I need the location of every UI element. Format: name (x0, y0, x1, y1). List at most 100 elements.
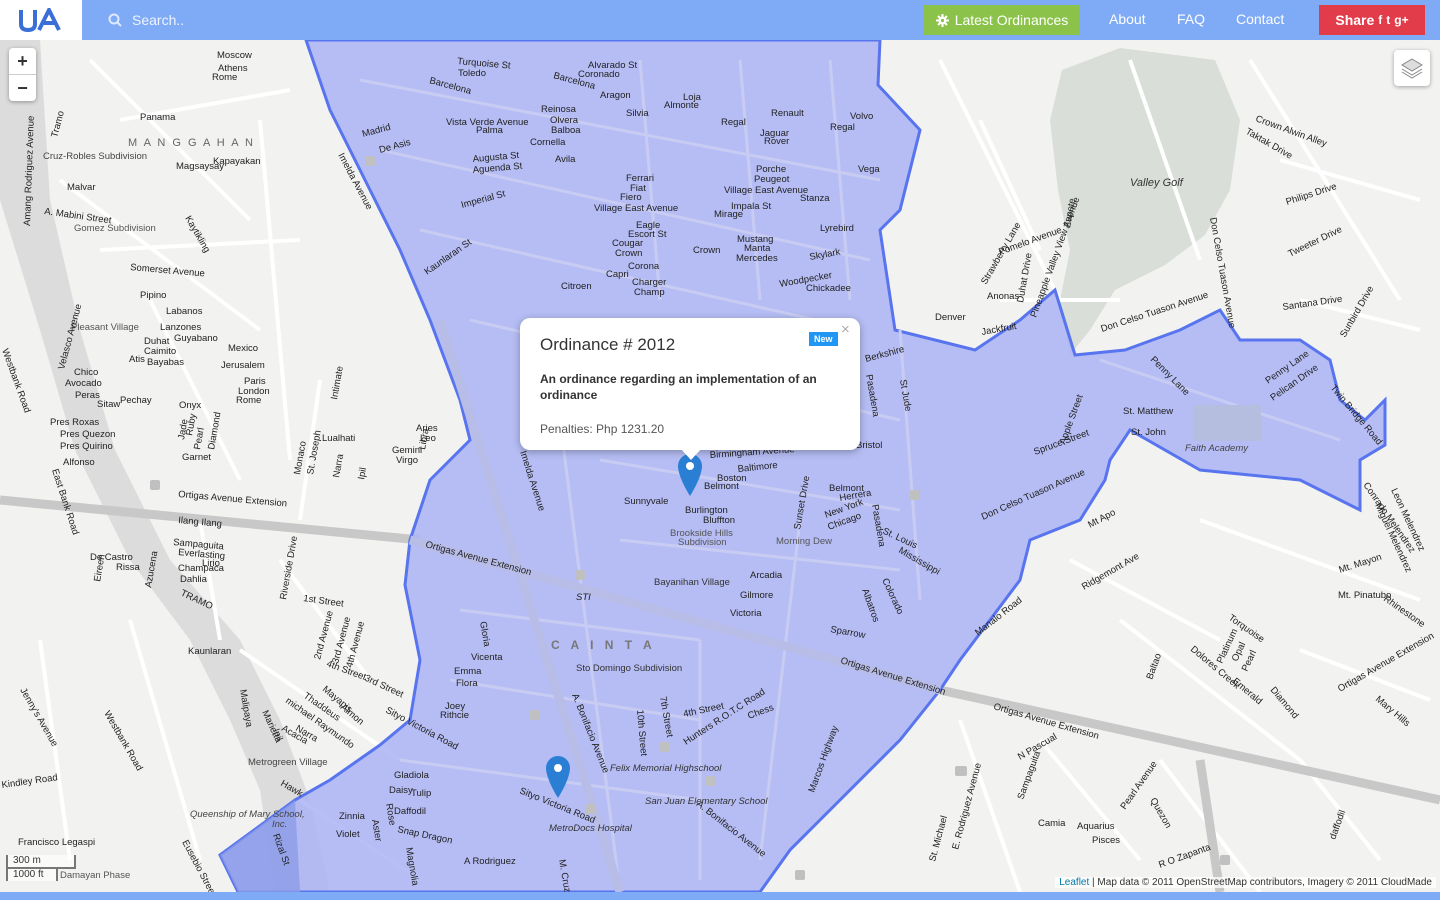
daffodil-label: Daffodil (394, 806, 426, 817)
westbank-2-label: Westbank Road (101, 709, 144, 773)
brookside-2-label: Subdivision (678, 537, 727, 548)
zoom-in-button[interactable]: + (9, 48, 36, 75)
nav-contact-link[interactable]: Contact (1236, 11, 1284, 27)
nav-faq-link[interactable]: FAQ (1177, 11, 1205, 27)
rover-label: Rover (764, 136, 789, 147)
vega-label: Vega (858, 164, 880, 175)
st-john-label: St. John (1131, 427, 1166, 438)
malvar-label: Malvar (67, 182, 96, 193)
layers-button[interactable] (1394, 50, 1430, 86)
faith-academy-label: Faith Academy (1185, 443, 1249, 454)
chico-label: Chico (74, 367, 98, 378)
close-icon[interactable]: × (841, 321, 850, 338)
camia-label: Camia (1038, 818, 1066, 829)
attribution-text: | Map data © 2011 OpenStreetMap contribu… (1089, 877, 1432, 888)
zoom-out-button[interactable]: − (9, 75, 36, 101)
kaytikling-label: Kaytikling (182, 214, 212, 255)
morning-dew-label: Morning Dew (776, 536, 832, 547)
gomez-label: Gomez Subdivision (74, 223, 156, 234)
rome-label: Rome (212, 72, 237, 83)
tweeter-label: Tweeter Drive (1286, 224, 1343, 260)
palma-label: Palma (476, 125, 504, 136)
st-michael-label: St. Michael (927, 815, 950, 863)
panama-label: Panama (140, 112, 176, 123)
atis-label: Atis (129, 354, 145, 365)
caimito-label: Caimito (144, 346, 176, 357)
daffodil-2-label: daffodil (1327, 809, 1348, 841)
regal-label: Regal (721, 117, 746, 128)
popup-penalties: Penalties: Php 1231.20 (540, 422, 665, 436)
new-badge: New (809, 332, 838, 346)
district-cainta-label: C A I N T A (551, 638, 656, 652)
gladiola-label: Gladiola (394, 770, 430, 781)
metrogreen-label: Metrogreen Village (248, 757, 328, 768)
bayanihan-label: Bayanihan Village (654, 577, 730, 588)
jenny-label: Jenny's Avenue (17, 686, 60, 749)
pres-quezon-label: Pres Quezon (60, 429, 115, 440)
vicenta-label: Vicenta (471, 652, 503, 663)
a-rodriguez-label: A Rodriguez (464, 856, 516, 867)
riverside-label: Riverside Drive (278, 535, 300, 600)
kindley-label: Kindley Road (1, 772, 58, 791)
fiat-label: Fiat (630, 183, 646, 194)
nav-about-link[interactable]: About (1109, 11, 1146, 27)
bristol-label: Bristol (856, 440, 882, 451)
e-rodriguez-label: E. Rodriguez Avenue (950, 762, 984, 851)
pechay-label: Pechay (120, 395, 152, 406)
virgo-label: Virgo (396, 455, 418, 466)
sto-domingo-label: Sto Domingo Subdivision (576, 663, 682, 674)
share-button[interactable]: Share f t g+ (1319, 5, 1425, 35)
victoria-label: Victoria (730, 608, 762, 619)
regal-2-label: Regal (830, 122, 855, 133)
tulip-label: Tulip (411, 788, 431, 799)
queenship-inc-label: Inc. (272, 819, 287, 830)
aquarius-label: Aquarius (1077, 821, 1115, 832)
emma-label: Emma (454, 666, 482, 677)
chickadee-label: Chickadee (806, 283, 851, 294)
arcadia-label: Arcadia (750, 570, 783, 581)
mexico-label: Mexico (228, 343, 258, 354)
ua-logo[interactable] (0, 0, 82, 40)
eusebio-label: Eusebio Street (179, 838, 218, 892)
popup-title: Ordinance # 2012 (540, 335, 676, 354)
rissa-label: Rissa (116, 562, 140, 573)
st-joseph-label: St. Joseph (305, 429, 324, 475)
latest-ordinances-button[interactable]: Latest Ordinances (924, 5, 1080, 35)
corona-label: Corona (628, 261, 660, 272)
leaflet-link[interactable]: Leaflet (1059, 877, 1089, 888)
quezon-label: Quezon (1147, 796, 1173, 830)
app-root: Latest Ordinances About FAQ Contact Shar… (0, 0, 1440, 900)
francisco-label: Francisco Legaspi (18, 837, 95, 848)
ipil-2-label: Ipil (356, 467, 369, 481)
sunnyvale-label: Sunnyvale (624, 496, 668, 507)
map-canvas[interactable]: M A N G G A H A N C A I N T A Ortigas Av… (0, 40, 1440, 892)
champ-label: Champ (634, 287, 665, 298)
mary-hills-label: Mary Hills (1373, 694, 1412, 729)
silvia-label: Silvia (626, 108, 649, 119)
logo-icon (19, 8, 61, 32)
volvo-label: Volvo (850, 111, 873, 122)
village-east-label: Village East Avenue (724, 185, 808, 196)
toledo-label: Toledo (458, 68, 486, 79)
map-attribution: Leaflet | Map data © 2011 OpenStreetMap … (1055, 877, 1436, 888)
champaca-label: Champaca (178, 563, 225, 574)
twitter-icon: t (1386, 13, 1391, 27)
bayabas-label: Bayabas (147, 357, 184, 368)
popup-tip (680, 448, 702, 460)
dahlia-label: Dahlia (180, 574, 208, 585)
ortigas-left-label: Ortigas Avenue Extension (178, 489, 288, 509)
zinnia-label: Zinnia (339, 811, 366, 822)
strawberry-label: Strawberry Lane (979, 221, 1023, 287)
rome-2-label: Rome (236, 395, 261, 406)
onyx-label: Onyx (179, 400, 201, 411)
jade-label: Jade (176, 418, 190, 440)
search-input[interactable] (130, 11, 594, 29)
libra-label: Libra (417, 427, 432, 450)
daisy-label: Daisy (389, 785, 413, 796)
moscow-label: Moscow (217, 50, 252, 61)
citroen-label: Citroen (561, 281, 592, 292)
magsaysay-label: Magsaysay (176, 161, 224, 172)
impala-label: Impala St (731, 201, 771, 212)
ordinance-popup: Ordinance # 2012 New × An ordinance rega… (520, 318, 860, 450)
pipino-label: Pipino (140, 290, 166, 301)
